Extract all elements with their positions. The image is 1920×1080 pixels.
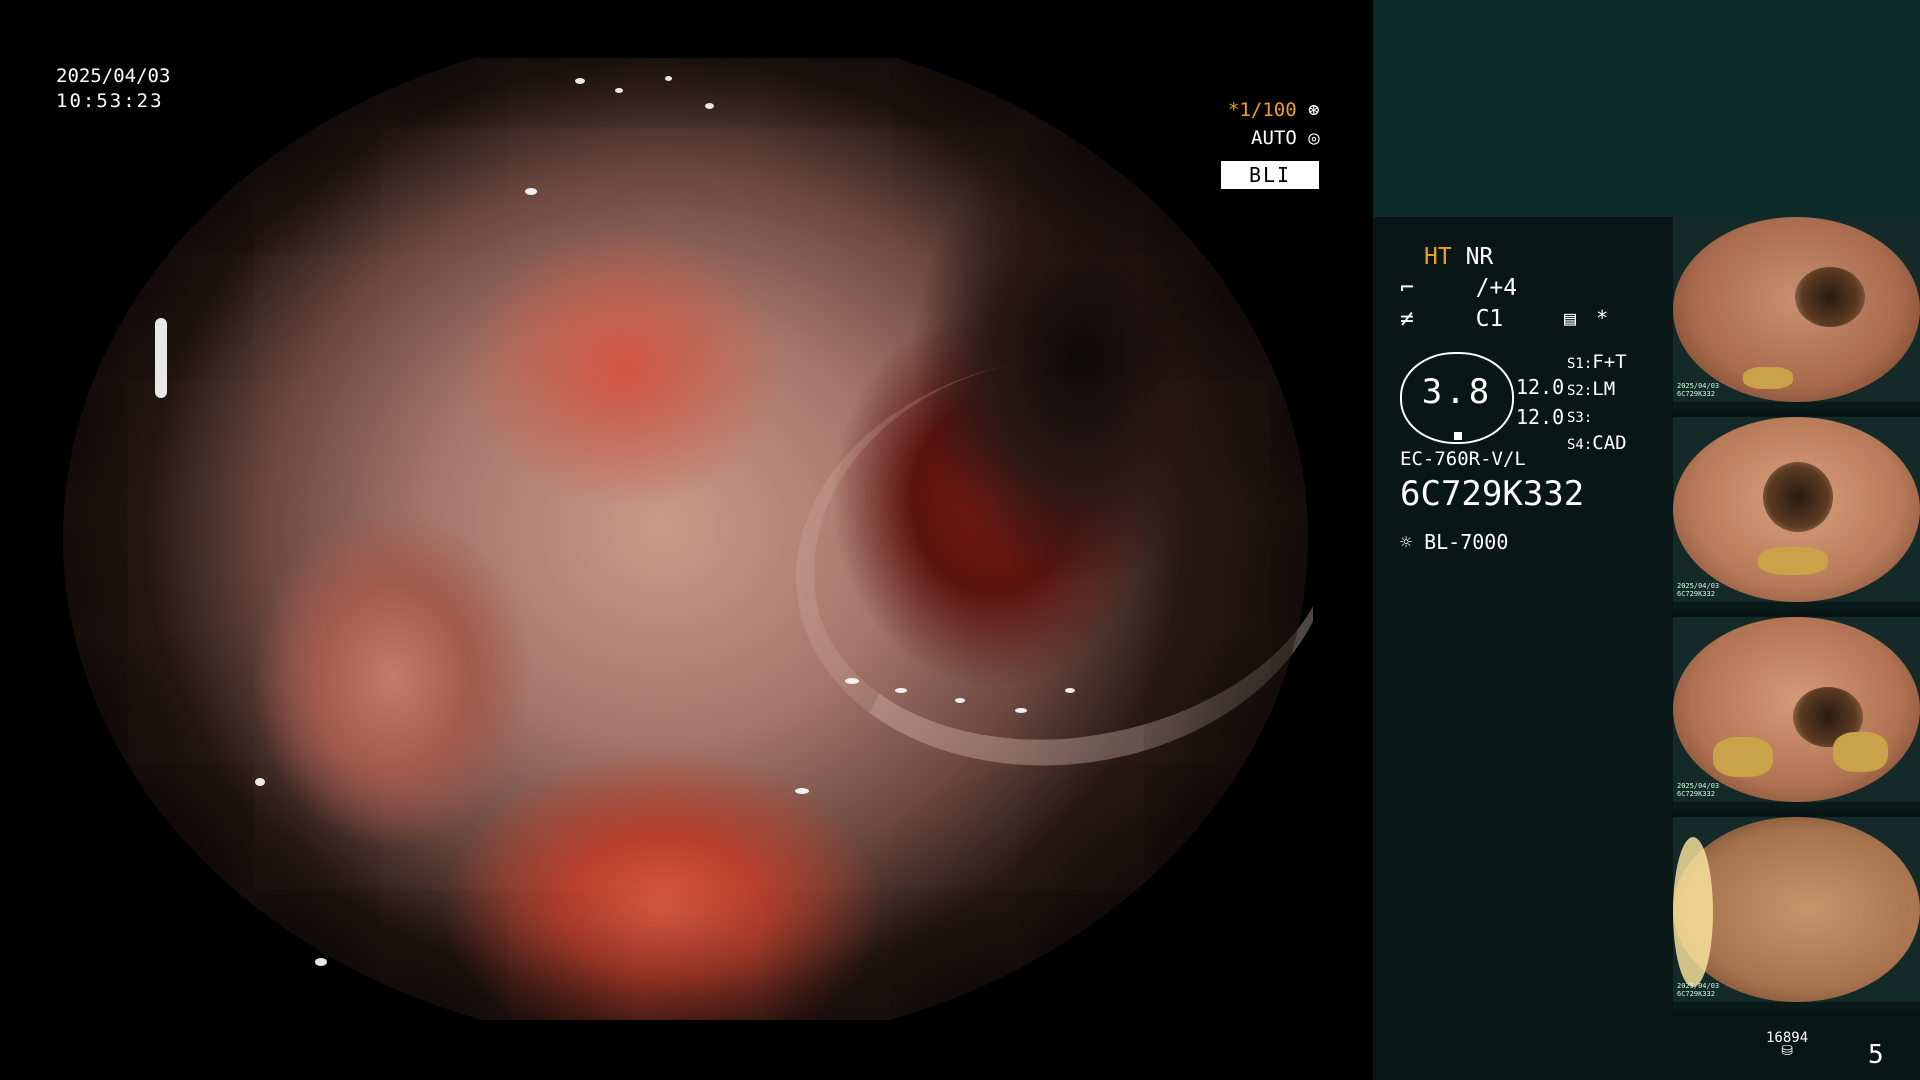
datetime-overlay: 2025/04/03 10:53:23 — [56, 64, 170, 114]
switch-s2: S2:LM — [1567, 378, 1616, 400]
switch-s3: S3: — [1567, 410, 1593, 426]
thumbnail-1[interactable]: 2025/04/03 6C729K332 — [1673, 217, 1920, 410]
settings-icon: ▤ — [1564, 306, 1577, 330]
ht-label: HT — [1424, 244, 1452, 270]
endoscope-view — [55, 58, 1313, 1020]
thumbnail-2[interactable]: 2025/04/03 6C729K332 — [1673, 417, 1920, 610]
asterisk-label: * — [1596, 306, 1609, 330]
color-value: C1 — [1475, 306, 1504, 332]
time-label: 10:53:23 — [56, 90, 164, 112]
switch-s4: S4:CAD — [1567, 432, 1627, 454]
value-b: 12.0 — [1516, 405, 1565, 429]
iris-label: AUTO — [1251, 127, 1297, 149]
iris-icon: ◎ — [1308, 127, 1320, 149]
color-icon: ≠ — [1400, 306, 1414, 332]
storage-counter: 16894 ⛁ — [1766, 1030, 1808, 1059]
color-row: ≠ C1 — [1400, 306, 1503, 332]
panel-header — [1373, 0, 1920, 217]
enhance-icon: ⌐ — [1400, 275, 1414, 301]
gauge-values: 12.0 12.0 — [1516, 372, 1564, 432]
enhance-value: /+4 — [1475, 275, 1518, 301]
scope-model: EC-760R-V/L — [1400, 448, 1526, 470]
value-a: 12.0 — [1516, 375, 1565, 399]
lamp-icon: ☼ — [1400, 530, 1413, 554]
processing-row: HT NR — [1424, 244, 1493, 270]
scope-serial: 6C729K332 — [1400, 474, 1585, 514]
iris-readout: AUTO ◎ — [1251, 126, 1320, 151]
thumbnail-4[interactable]: 2025/04/03 6C729K332 — [1673, 817, 1920, 1010]
thumbnail-3[interactable]: 2025/04/03 6C729K332 — [1673, 617, 1920, 810]
switch-s1: S1:F+T — [1567, 351, 1627, 373]
gauge-value: 3.8 — [1421, 372, 1493, 412]
page-number: 5 — [1868, 1040, 1884, 1070]
shutter-label: *1/100 — [1228, 99, 1297, 121]
gauge: 3.8 — [1400, 352, 1514, 444]
enhance-row: ⌐ /+4 — [1400, 275, 1517, 301]
storage-icon: ⛁ — [1781, 1043, 1793, 1059]
mode-badge: BLI — [1221, 161, 1319, 189]
shutter-readout: *1/100 ⊛ — [1228, 98, 1320, 123]
nr-label: NR — [1465, 244, 1494, 270]
date-label: 2025/04/03 — [56, 65, 171, 87]
switch-list: S1:F+T S2:LM S3: S4:CAD — [1567, 350, 1627, 458]
light-source: BL-7000 — [1424, 530, 1509, 554]
light-source-row: ☼ BL-7000 — [1400, 530, 1508, 554]
settings-row: ▤ * — [1564, 306, 1608, 330]
shutter-icon: ⊛ — [1308, 99, 1320, 121]
